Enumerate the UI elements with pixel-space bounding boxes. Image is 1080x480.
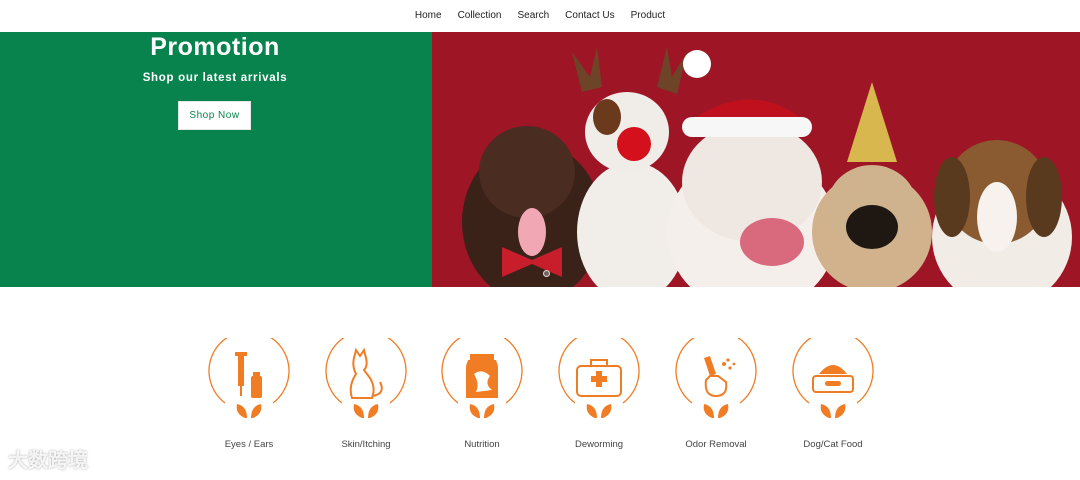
cat-icon: [325, 338, 407, 418]
category-label: Dog/Cat Food: [803, 439, 863, 450]
nav-home[interactable]: Home: [407, 0, 450, 32]
category-label: Eyes / Ears: [224, 439, 274, 450]
hero-image: [432, 32, 1080, 287]
category-label: Deworming: [574, 439, 624, 450]
carousel-dot[interactable]: [543, 270, 550, 277]
category-label: Odor Removal: [685, 439, 747, 450]
milk-carton-icon: [441, 338, 523, 418]
category-odor-removal[interactable]: Odor Removal: [674, 338, 758, 450]
nav-product[interactable]: Product: [623, 0, 673, 32]
category-label: Skin/Itching: [341, 439, 391, 450]
category-label: Nutrition: [464, 439, 500, 450]
hero-subtitle: Shop our latest arrivals: [142, 72, 288, 84]
hero-banner: Promotion Shop our latest arrivals Shop …: [0, 32, 1080, 287]
nav-contact-us[interactable]: Contact Us: [557, 0, 622, 32]
category-list: Eyes / Ears Skin/Itching Nutrition Dewor…: [0, 287, 1080, 480]
top-nav: Home Collection Search Contact Us Produc…: [0, 0, 1080, 32]
category-dog-cat-food[interactable]: Dog/Cat Food: [791, 338, 875, 450]
spray-bottle-icon: [675, 338, 757, 418]
syringe-medicine-icon: [208, 338, 290, 418]
category-deworming[interactable]: Deworming: [557, 338, 641, 450]
watermark-logo: 大数跨境: [8, 450, 88, 472]
shop-now-button[interactable]: Shop Now: [178, 101, 251, 130]
category-eyes-ears[interactable]: Eyes / Ears: [207, 338, 291, 450]
dogs-photo-illustration: [432, 32, 1080, 287]
nav-search[interactable]: Search: [509, 0, 557, 32]
hero-promo-panel: Promotion Shop our latest arrivals Shop …: [0, 32, 432, 287]
nav-collection[interactable]: Collection: [450, 0, 510, 32]
food-bowl-icon: [792, 338, 874, 418]
hero-title: Promotion: [150, 33, 280, 61]
category-nutrition[interactable]: Nutrition: [440, 338, 524, 450]
first-aid-kit-icon: [558, 338, 640, 418]
category-skin-itching[interactable]: Skin/Itching: [324, 338, 408, 450]
